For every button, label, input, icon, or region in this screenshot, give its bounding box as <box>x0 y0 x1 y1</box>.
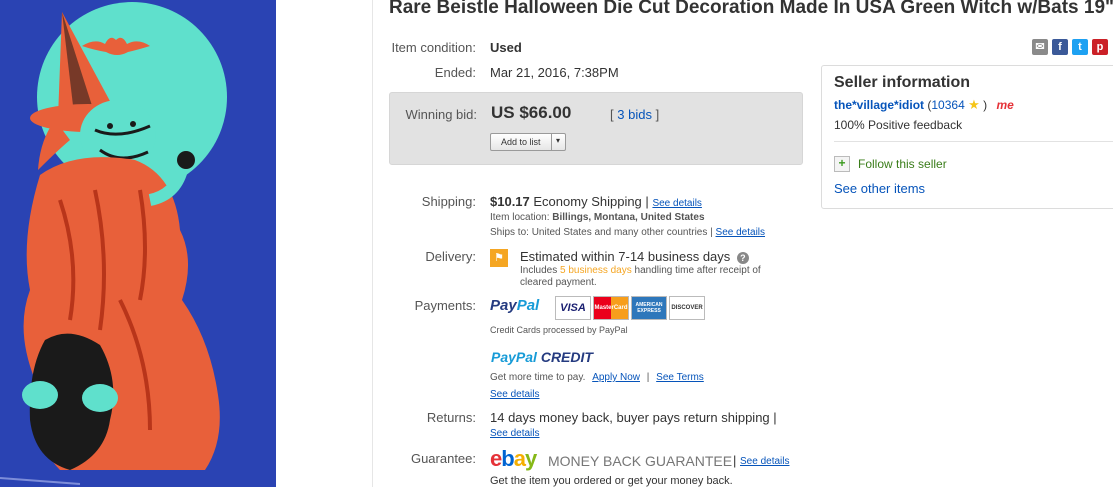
winning-bid-label: Winning bid: <box>405 107 477 122</box>
ended-label: Ended: <box>434 65 476 80</box>
add-to-list-label[interactable]: Add to list <box>491 134 551 150</box>
paypal-credit-pipe: | <box>646 372 650 383</box>
seller-info-panel: Seller information the*village*idiot (10… <box>821 65 1113 209</box>
chevron-down-icon[interactable]: ▾ <box>550 134 565 150</box>
guarantee-pipe: | <box>733 453 737 468</box>
handling-days-highlight: 5 business days <box>560 265 632 276</box>
paypal-credit-b: CREDIT <box>540 349 593 365</box>
mastercard-logo: MasterCard <box>593 296 629 320</box>
paypal-credit-a: PayPal <box>491 349 537 365</box>
money-back-guarantee: MONEY BACK GUARANTEE <box>548 453 733 469</box>
yellow-star-icon: ★ <box>968 97 980 112</box>
seller-divider <box>834 141 1113 142</box>
follow-seller-button[interactable]: + Follow this seller <box>834 156 947 172</box>
ships-to-label: Ships to: <box>490 227 529 238</box>
payments-label: Payments: <box>414 298 476 313</box>
paypal-logo-pal: Pal <box>516 297 540 314</box>
ships-to-separator: | <box>710 227 713 238</box>
me-badge-icon[interactable]: me <box>996 98 1013 112</box>
shipping-details-link[interactable]: See details <box>652 198 701 209</box>
condition-value: Used <box>490 40 522 55</box>
seller-info-heading: Seller information <box>834 74 971 91</box>
condition-label: Item condition: <box>391 40 476 55</box>
apply-now-link[interactable]: Apply Now <box>592 372 640 383</box>
pinterest-share-icon[interactable]: p <box>1092 39 1108 55</box>
paypal-credit-logo: PayPal CREDIT <box>491 349 593 365</box>
ships-to-value: United States and many other countries <box>531 227 708 238</box>
see-terms-link[interactable]: See Terms <box>656 372 704 383</box>
guarantee-label: Guarantee: <box>410 451 476 466</box>
ended-value: Mar 21, 2016, 7:38PM <box>490 65 619 80</box>
ebay-logo: ebay <box>490 446 537 472</box>
ships-to-details-link[interactable]: See details <box>716 227 765 238</box>
seller-name-link[interactable]: the*village*idiot <box>834 98 924 112</box>
returns-label: Returns: <box>426 410 476 425</box>
seller-name-row: the*village*idiot (10364 ★ ) me <box>834 97 1014 113</box>
ended-time: 7:38PM <box>573 65 619 80</box>
delivery-label: Delivery: <box>425 249 476 264</box>
listing-title: Rare Beistle Halloween Die Cut Decoratio… <box>389 0 1113 18</box>
item-photo[interactable] <box>0 0 276 487</box>
handling-note-line2: cleared payment. <box>520 277 597 288</box>
info-icon[interactable]: ? <box>736 252 749 264</box>
item-location-label: Item location: <box>490 212 550 223</box>
delivery-estimate: Estimated within 7-14 business days ? <box>520 249 749 264</box>
amex-logo: AMERICAN EXPRESS <box>631 296 667 320</box>
returns-text: 14 days money back, buyer pays return sh… <box>490 410 777 425</box>
share-icons: ✉ f t p <box>1032 39 1108 55</box>
feedback-score-close: ) <box>983 98 988 112</box>
delivery-estimate-text: Estimated within 7-14 business days <box>520 249 731 264</box>
cc-note: Credit Cards processed by PayPal <box>490 325 628 335</box>
witch-decoration-image <box>0 0 276 487</box>
shipping-separator: | <box>645 194 649 209</box>
positive-feedback: 100% Positive feedback <box>834 118 963 132</box>
bids-close-bracket: ] <box>655 107 660 122</box>
delivery-flag-icon: ⚑ <box>490 249 508 267</box>
bid-history-link[interactable]: 3 bids <box>617 107 652 122</box>
shipping-cost: $10.17 <box>490 194 530 209</box>
email-share-icon[interactable]: ✉ <box>1032 39 1048 55</box>
ebay-logo-y: y <box>524 446 537 471</box>
handling-note-pre: Includes <box>520 265 558 276</box>
paypal-credit-row: Get more time to pay. Apply Now | See Te… <box>490 372 704 383</box>
bids-open-bracket: [ <box>610 107 614 122</box>
paypal-credit-text: Get more time to pay. <box>490 372 586 383</box>
winning-bid-price: US $66.00 <box>491 103 572 122</box>
guarantee-tagline: Get the item you ordered or get your mon… <box>490 475 733 487</box>
payments-details-link[interactable]: See details <box>490 389 539 400</box>
paypal-logo-pay: Pay <box>490 297 517 314</box>
item-location: Item location: Billings, Montana, United… <box>490 212 705 223</box>
returns-details-link[interactable]: See details <box>490 428 539 439</box>
shipping-value: $10.17 Economy Shipping | See details <box>490 194 702 209</box>
facebook-share-icon[interactable]: f <box>1052 39 1068 55</box>
follow-seller-label[interactable]: Follow this seller <box>858 157 947 171</box>
handling-note: Includes 5 business days handling time a… <box>520 265 761 276</box>
paypal-logo: PayPal <box>490 297 539 314</box>
card-logos: VISA MasterCard AMERICAN EXPRESS DISCOVE… <box>555 296 705 320</box>
bid-count: [ 3 bids ] <box>610 107 659 122</box>
ships-to: Ships to: United States and many other c… <box>490 227 765 238</box>
visa-logo: VISA <box>555 296 591 320</box>
twitter-share-icon[interactable]: t <box>1072 39 1088 55</box>
shipping-label: Shipping: <box>421 194 476 209</box>
item-location-value: Billings, Montana, United States <box>552 212 705 223</box>
add-to-list-button[interactable]: Add to list ▾ <box>490 133 566 151</box>
discover-logo: DISCOVER <box>669 296 705 320</box>
guarantee-details-link[interactable]: See details <box>740 456 789 467</box>
ebay-logo-b: b <box>501 446 514 471</box>
follow-plus-icon[interactable]: + <box>834 156 850 172</box>
feedback-score-link[interactable]: 10364 <box>931 98 964 112</box>
winning-bid-panel: Winning bid: US $66.00 [ 3 bids ] Add to… <box>389 92 803 165</box>
shipping-method: Economy Shipping <box>533 194 642 209</box>
ebay-logo-a: a <box>513 446 526 471</box>
ebay-logo-e: e <box>490 446 502 471</box>
ended-date: Mar 21, 2016 <box>490 65 567 80</box>
see-other-items-link[interactable]: See other items <box>834 181 925 196</box>
handling-note-post: handling time after receipt of <box>634 265 761 276</box>
column-divider <box>372 0 373 487</box>
